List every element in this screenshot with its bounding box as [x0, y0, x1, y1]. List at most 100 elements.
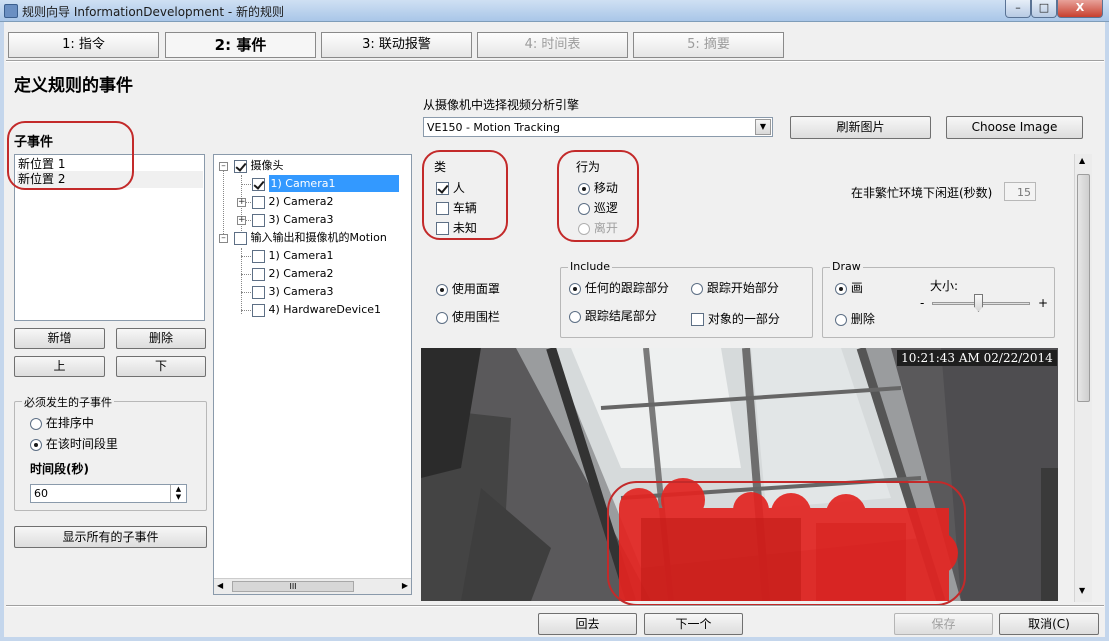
checkbox[interactable] — [252, 303, 265, 317]
radio-circle[interactable] — [835, 313, 847, 326]
divider — [6, 60, 1104, 62]
refresh-image-button[interactable]: 刷新图片 — [790, 116, 931, 139]
tree-label: 4) HardwareDevice1 — [268, 303, 382, 316]
engine-select[interactable]: VE150 - Motion Tracking ▼ — [423, 117, 773, 137]
radio-label: 使用面罩 — [451, 282, 500, 296]
page-title: 定义规则的事件 — [14, 76, 133, 96]
radio-circle[interactable] — [578, 202, 590, 215]
maximize-button[interactable]: □ — [1031, 0, 1057, 18]
tree-node-io[interactable]: 输入输出和摄像机的Motion — [234, 229, 387, 246]
radio-circle — [578, 222, 590, 235]
radio-erase[interactable]: 删除 — [835, 310, 875, 327]
add-button[interactable]: 新增 — [14, 328, 105, 349]
expand-icon[interactable]: + — [237, 198, 246, 207]
checkbox[interactable] — [252, 213, 265, 227]
checkbox[interactable] — [691, 313, 704, 326]
checkbox-object-part[interactable]: 对象的一部分 — [691, 310, 780, 327]
tree-node-io-camera3[interactable]: 3) Camera3 — [252, 283, 333, 300]
scroll-thumb[interactable]: III — [232, 581, 354, 592]
radio-paint[interactable]: 画 — [835, 279, 863, 296]
minimize-button[interactable]: – — [1005, 0, 1031, 18]
radio-label: 在该时间段里 — [45, 437, 118, 451]
idle-input[interactable]: 15 — [1004, 182, 1036, 201]
scroll-thumb[interactable] — [1077, 174, 1090, 402]
radio-patrol[interactable]: 巡逻 — [578, 199, 618, 216]
delete-button[interactable]: 删除 — [116, 328, 206, 349]
tree-node-cameras[interactable]: 摄像头 — [234, 157, 284, 174]
camera-tree[interactable]: – 摄像头 1) Camera1 + 2) Camera2 + 3) Camer… — [213, 154, 412, 595]
show-all-subevents-button[interactable]: 显示所有的子事件 — [14, 526, 207, 548]
radio-use-mask[interactable]: 使用面罩 — [436, 280, 500, 297]
radio-circle[interactable] — [691, 282, 703, 295]
checkbox-label: 车辆 — [452, 201, 477, 215]
radio-circle[interactable] — [30, 438, 42, 451]
radio-start-part[interactable]: 跟踪开始部分 — [691, 279, 779, 296]
window-title: 规则向导 InformationDevelopment - 新的规则 — [22, 5, 285, 19]
camera-preview[interactable]: 10:21:43 AM 02/22/2014 — [421, 348, 1058, 601]
choose-image-button[interactable]: Choose Image — [946, 116, 1083, 139]
tree-node-hardware[interactable]: 4) HardwareDevice1 — [252, 301, 381, 318]
checkbox[interactable] — [252, 177, 265, 191]
tree-label: 1) Camera1 — [268, 249, 334, 262]
checkbox[interactable] — [436, 182, 449, 195]
radio-circle[interactable] — [835, 282, 847, 295]
checkbox-person[interactable]: 人 — [436, 179, 465, 196]
radio-move[interactable]: 移动 — [578, 179, 618, 196]
down-button[interactable]: 下 — [116, 356, 206, 377]
radio-sequence[interactable]: 在排序中 — [30, 414, 94, 431]
radio-circle[interactable] — [30, 417, 42, 430]
scroll-down-icon[interactable]: ▼ — [1079, 586, 1085, 595]
radio-use-fence[interactable]: 使用围栏 — [436, 308, 500, 325]
chevron-down-icon[interactable]: ▼ — [755, 119, 771, 135]
checkbox-unknown[interactable]: 未知 — [436, 219, 477, 236]
checkbox[interactable] — [234, 231, 247, 245]
checkbox[interactable] — [436, 222, 449, 235]
engine-label: 从摄像机中选择视频分析引擎 — [423, 98, 580, 112]
tree-horizontal-scrollbar[interactable]: ◀ III ▶ — [214, 578, 411, 594]
tree-node-io-camera1[interactable]: 1) Camera1 — [252, 247, 333, 264]
checkbox[interactable] — [252, 267, 265, 281]
radio-circle[interactable] — [569, 282, 581, 295]
checkbox[interactable] — [252, 285, 265, 299]
radio-end-part[interactable]: 跟踪结尾部分 — [569, 307, 657, 324]
checkbox[interactable] — [252, 195, 265, 209]
tree-node-io-camera2[interactable]: 2) Camera2 — [252, 265, 333, 282]
subevents-label: 子事件 — [14, 135, 54, 150]
list-item[interactable]: 新位置 2 — [17, 171, 203, 188]
scroll-up-icon[interactable]: ▲ — [1079, 156, 1085, 165]
scroll-right-icon[interactable]: ▶ — [402, 581, 408, 590]
tree-label: 3) Camera3 — [268, 213, 334, 226]
collapse-icon[interactable]: – — [219, 162, 228, 171]
radio-circle[interactable] — [569, 310, 581, 323]
checkbox-vehicle[interactable]: 车辆 — [436, 199, 477, 216]
cancel-button[interactable]: 取消(C) — [999, 613, 1099, 635]
up-button[interactable]: 上 — [14, 356, 105, 377]
radio-circle[interactable] — [578, 182, 590, 195]
expand-icon[interactable]: + — [237, 216, 246, 225]
next-button[interactable]: 下一个 — [644, 613, 743, 635]
checkbox[interactable] — [252, 249, 265, 263]
radio-circle[interactable] — [436, 311, 448, 324]
tree-node-camera1[interactable]: 1) Camera1 — [252, 175, 399, 192]
subevents-list[interactable]: 新位置 1 新位置 2 — [14, 154, 205, 321]
tree-node-camera3[interactable]: 3) Camera3 — [252, 211, 333, 228]
collapse-icon[interactable]: – — [219, 234, 228, 243]
back-button[interactable]: 回去 — [538, 613, 637, 635]
tree-node-camera2[interactable]: 2) Camera2 — [252, 193, 333, 210]
close-button[interactable]: X — [1057, 0, 1103, 18]
stepper-arrows-icon[interactable]: ▲ ▼ — [170, 485, 186, 502]
checkbox[interactable] — [436, 202, 449, 215]
scroll-left-icon[interactable]: ◀ — [217, 581, 223, 590]
radio-circle[interactable] — [436, 283, 448, 296]
radio-label: 删除 — [850, 312, 875, 326]
required-group-title: 必须发生的子事件 — [22, 394, 114, 410]
tab-events[interactable]: 2: 事件 — [165, 32, 316, 58]
vertical-scrollbar[interactable]: ▲ ▼ — [1074, 154, 1092, 602]
radio-any-part[interactable]: 任何的跟踪部分 — [569, 279, 669, 296]
checkbox[interactable] — [234, 159, 247, 173]
tab-alarm[interactable]: 3: 联动报警 — [321, 32, 472, 58]
duration-stepper[interactable]: 60 ▲ ▼ — [30, 484, 187, 503]
checkbox-label: 未知 — [452, 221, 477, 235]
radio-timeframe[interactable]: 在该时间段里 — [30, 435, 118, 452]
tab-command[interactable]: 1: 指令 — [8, 32, 159, 58]
